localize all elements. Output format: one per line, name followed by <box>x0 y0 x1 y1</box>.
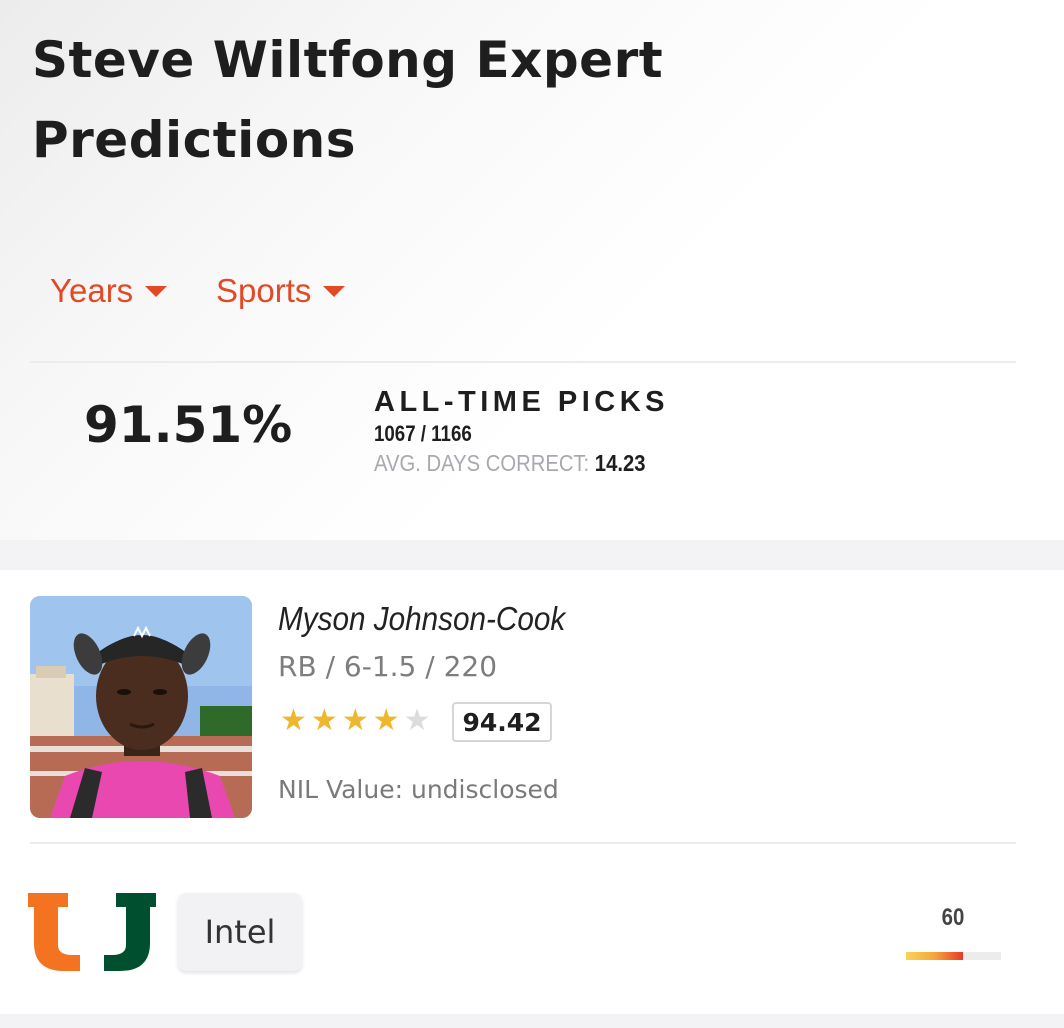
intel-button[interactable]: Intel <box>178 893 302 971</box>
confidence-bar <box>906 952 1001 960</box>
star-icon: ★ <box>341 703 369 738</box>
player-position-height-weight: RB / 6-1.5 / 220 <box>278 650 498 683</box>
confidence-score: 60 <box>941 904 965 931</box>
section-separator <box>0 540 1064 570</box>
years-filter-label: Years <box>50 272 134 309</box>
years-filter[interactable]: Years <box>50 272 168 310</box>
divider <box>30 842 1016 844</box>
sports-filter[interactable]: Sports <box>216 272 346 310</box>
sports-filter-label: Sports <box>216 272 312 309</box>
divider <box>30 361 1016 363</box>
all-time-picks-heading: ALL-TIME PICKS <box>374 386 669 418</box>
star-icon: ★ <box>310 703 338 738</box>
avg-days-label: AVG. DAYS CORRECT: <box>374 450 590 476</box>
star-icon: ★ <box>280 703 307 738</box>
player-rating: 94.42 <box>452 702 552 742</box>
page-title: Steve Wiltfong Expert Predictions <box>32 31 664 169</box>
miami-u-logo[interactable] <box>28 893 156 971</box>
avg-days-value: 14.23 <box>594 450 646 476</box>
star-empty-icon: ★ <box>403 703 431 738</box>
nil-value: NIL Value: undisclosed <box>278 775 559 804</box>
accuracy-percentage: 91.51% <box>84 396 293 454</box>
confidence-bar-fill <box>906 952 963 960</box>
star-icon: ★ <box>372 703 400 738</box>
picks-record: 1067 / 1166 <box>374 421 472 446</box>
section-separator <box>0 1014 1064 1028</box>
caret-down-icon <box>145 285 168 297</box>
player-photo[interactable] <box>30 596 252 818</box>
caret-down-icon <box>323 285 346 297</box>
nil-label: NIL Value: <box>278 775 404 804</box>
player-name[interactable]: Myson Johnson-Cook <box>278 600 565 638</box>
avg-days-correct: AVG. DAYS CORRECT: 14.23 <box>374 450 645 477</box>
nil-amount: undisclosed <box>410 775 559 804</box>
star-rating: ★ ★ ★ ★ ★ <box>280 700 431 742</box>
